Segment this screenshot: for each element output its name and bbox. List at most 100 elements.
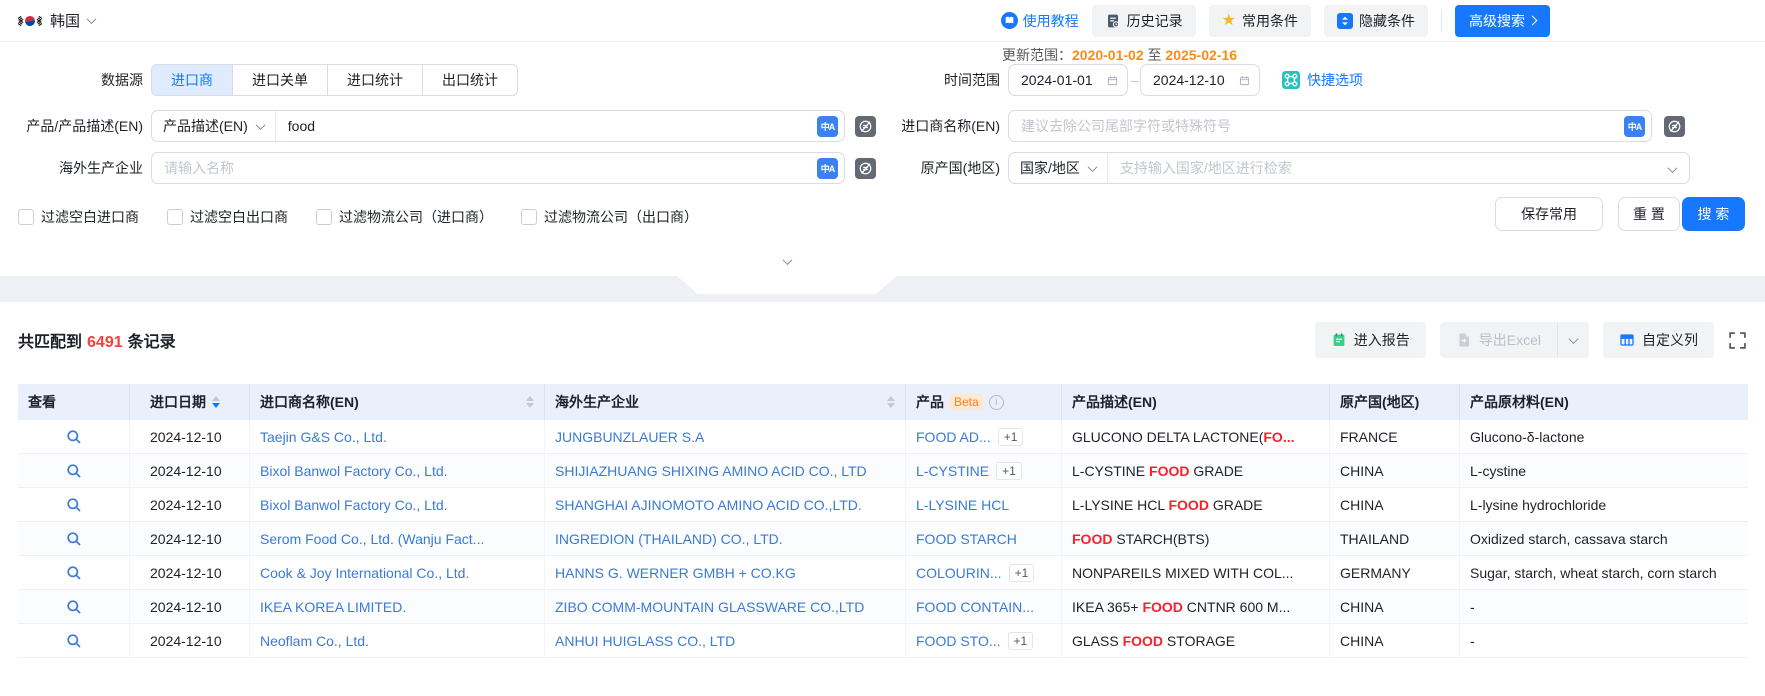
product-field-select[interactable]: 产品描述(EN)	[152, 111, 276, 141]
importer-link[interactable]: Bixol Banwol Factory Co., Ltd.	[260, 463, 448, 479]
importer-link[interactable]: Neoflam Co., Ltd.	[260, 633, 369, 649]
checkbox-icon[interactable]	[316, 209, 332, 225]
column-header-label: 原产国(地区)	[1340, 392, 1419, 412]
sort-icon[interactable]	[887, 392, 895, 412]
star-icon: ★	[1222, 13, 1236, 29]
translate-icon[interactable]: 中A	[817, 158, 838, 179]
import-date: 2024-12-10	[150, 565, 222, 581]
hide-conditions-button[interactable]: 隐藏条件	[1324, 5, 1428, 37]
filter-checkbox[interactable]: 过滤物流公司（出口商）	[521, 207, 698, 227]
view-cell[interactable]	[18, 624, 130, 658]
tutorial-link[interactable]: 使用教程	[1001, 11, 1079, 31]
origin-country-input[interactable]	[1108, 153, 1689, 183]
manufacturer-link[interactable]: SHANGHAI AJINOMOTO AMINO ACID CO.,LTD.	[555, 497, 862, 513]
translate-icon[interactable]: 中A	[817, 116, 838, 137]
date-from-input[interactable]	[1008, 64, 1128, 96]
column-header-3[interactable]: 海外生产企业	[545, 384, 906, 420]
view-cell[interactable]	[18, 522, 130, 556]
checkbox-icon[interactable]	[521, 209, 537, 225]
manufacturer-link[interactable]: ZIBO COMM-MOUNTAIN GLASSWARE CO.,LTD	[555, 599, 864, 615]
column-header-2[interactable]: 进口商名称(EN)	[250, 384, 545, 420]
importer-link[interactable]: Serom Food Co., Ltd. (Wanju Fact...	[260, 531, 484, 547]
date-to-input[interactable]	[1140, 64, 1260, 96]
raw-material: L-lysine hydrochloride	[1470, 497, 1606, 513]
history-button[interactable]: 历史记录	[1092, 5, 1196, 37]
product-search-input[interactable]	[276, 111, 844, 141]
importer-link[interactable]: Bixol Banwol Factory Co., Ltd.	[260, 497, 448, 513]
plus-badge[interactable]: +1	[996, 462, 1022, 480]
view-cell[interactable]	[18, 556, 130, 590]
product-link[interactable]: L-CYSTINE	[916, 463, 989, 479]
manufacturer-link[interactable]: ANHUI HUIGLASS CO., LTD	[555, 633, 735, 649]
plus-badge[interactable]: +1	[998, 428, 1024, 446]
product-link[interactable]: FOOD STO...	[916, 633, 1001, 649]
favorites-button[interactable]: ★ 常用条件	[1209, 5, 1311, 37]
enter-report-button[interactable]: 进入报告	[1315, 322, 1426, 358]
quick-options-link[interactable]: 快捷选项	[1282, 64, 1363, 96]
view-cell[interactable]	[18, 420, 130, 454]
plus-badge[interactable]: +1	[1009, 564, 1035, 582]
export-excel-button[interactable]: 导出Excel	[1440, 322, 1558, 358]
view-search-icon[interactable]	[66, 429, 82, 445]
advanced-search-button[interactable]: 高级搜索	[1455, 5, 1550, 37]
column-header-1[interactable]: 进口日期	[130, 384, 250, 420]
view-search-icon[interactable]	[66, 633, 82, 649]
product-cell: FOOD STARCH	[906, 522, 1062, 556]
match-count: 6491	[82, 334, 128, 351]
tab-出口统计[interactable]: 出口统计	[422, 64, 518, 96]
reset-button[interactable]: 重 置	[1618, 197, 1680, 231]
export-options-dropdown[interactable]	[1558, 322, 1589, 358]
translate-icon[interactable]: 中A	[1624, 116, 1645, 137]
columns-icon	[1619, 332, 1635, 348]
search-button[interactable]: 搜 索	[1682, 197, 1745, 231]
filter-checkbox[interactable]: 过滤物流公司（进口商）	[316, 207, 493, 227]
column-header-label: 产品	[916, 392, 944, 412]
product-link[interactable]: FOOD CONTAIN...	[916, 599, 1034, 615]
date-to-field[interactable]	[1153, 72, 1239, 88]
product-link[interactable]: FOOD STARCH	[916, 531, 1017, 547]
view-search-icon[interactable]	[66, 497, 82, 513]
manufacturer-input[interactable]	[152, 153, 844, 183]
view-cell[interactable]	[18, 454, 130, 488]
product-cell: FOOD CONTAIN...	[906, 590, 1062, 624]
product-link[interactable]: FOOD AD...	[916, 429, 991, 445]
fullscreen-button[interactable]	[1728, 331, 1747, 350]
importer-link[interactable]: Taejin G&S Co., Ltd.	[260, 429, 387, 445]
manufacturer-link[interactable]: SHIJIAZHUANG SHIXING AMINO ACID CO., LTD	[555, 463, 867, 479]
save-favorite-button[interactable]: 保存常用	[1495, 197, 1603, 231]
plus-badge[interactable]: +1	[1008, 632, 1034, 650]
view-cell[interactable]	[18, 488, 130, 522]
product-link[interactable]: COLOURIN...	[916, 565, 1002, 581]
view-cell[interactable]	[18, 590, 130, 624]
material-cell: L-cystine	[1460, 454, 1748, 488]
importer-link[interactable]: IKEA KOREA LIMITED.	[260, 599, 406, 615]
view-search-icon[interactable]	[66, 599, 82, 615]
sort-icon[interactable]	[212, 392, 220, 412]
manufacturer-link[interactable]: HANNS G. WERNER GMBH + CO.KG	[555, 565, 796, 581]
filter-checkbox[interactable]: 过滤空白出口商	[167, 207, 288, 227]
tab-进口统计[interactable]: 进口统计	[327, 64, 423, 96]
checkbox-icon[interactable]	[18, 209, 34, 225]
view-search-icon[interactable]	[66, 565, 82, 581]
product-link[interactable]: L-LYSINE HCL	[916, 497, 1009, 513]
description-cell: FOOD STARCH(BTS)	[1062, 522, 1330, 556]
manufacturer-link[interactable]: INGREDION (THAILAND) CO., LTD.	[555, 531, 783, 547]
info-icon[interactable]: i	[989, 395, 1004, 410]
importer-link[interactable]: Cook & Joy International Co., Ltd.	[260, 565, 469, 581]
sort-icon[interactable]	[526, 392, 534, 412]
country-selector[interactable]: 韩国	[18, 9, 95, 33]
tab-进口关单[interactable]: 进口关单	[232, 64, 328, 96]
manufacturer-link[interactable]: JUNGBUNZLAUER S.A	[555, 429, 704, 445]
filter-checkbox[interactable]: 过滤空白进口商	[18, 207, 139, 227]
checkbox-label: 过滤物流公司（出口商）	[544, 207, 698, 227]
tab-进口商[interactable]: 进口商	[151, 64, 233, 96]
customize-columns-button[interactable]: 自定义列	[1603, 322, 1714, 358]
results-header: 共匹配到6491条记录 进入报告 导出Excel 自定义列	[18, 322, 1747, 358]
date-from-field[interactable]	[1021, 72, 1107, 88]
importer-name-input[interactable]	[1009, 111, 1651, 141]
view-search-icon[interactable]	[66, 531, 82, 547]
view-search-icon[interactable]	[66, 463, 82, 479]
origin-type-select[interactable]: 国家/地区	[1009, 153, 1108, 183]
checkbox-icon[interactable]	[167, 209, 183, 225]
exclude-filter-icon[interactable]	[1664, 116, 1685, 137]
